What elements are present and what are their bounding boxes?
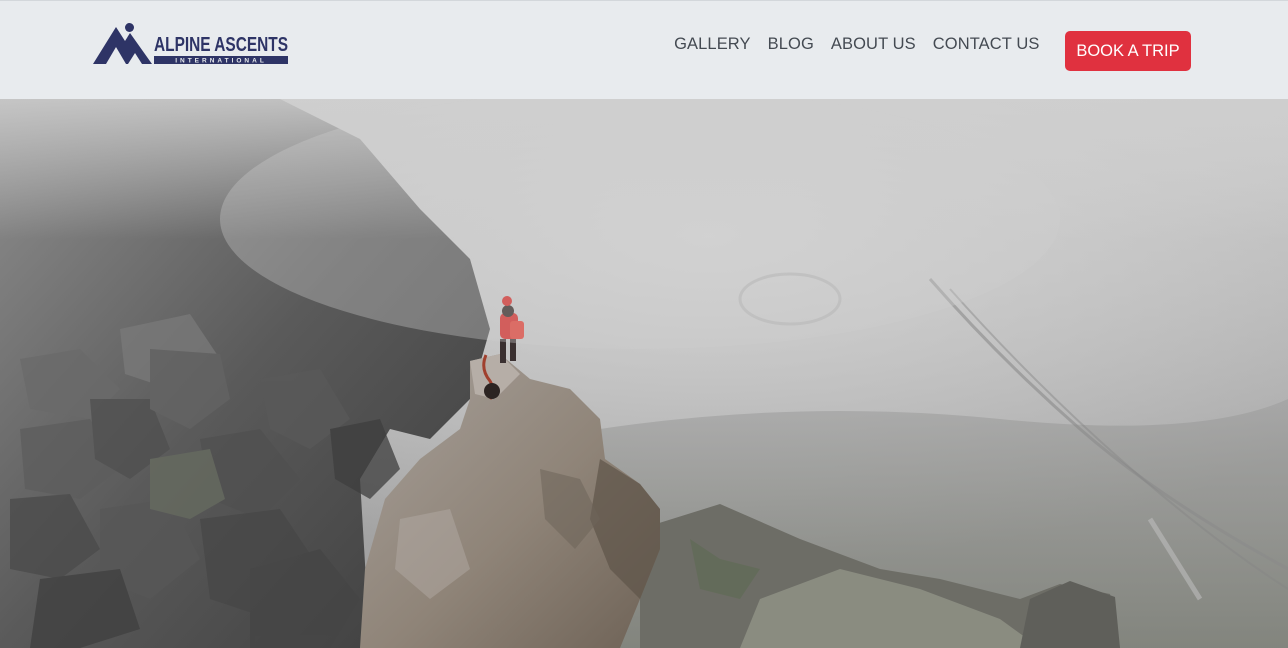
nav-blog[interactable]: BLOG [759,34,822,54]
brand-logo[interactable]: ALPINE ASCENTS INTERNATIONAL [92,21,292,67]
brand-tagline: INTERNATIONAL [175,58,267,65]
book-a-trip-button[interactable]: BOOK A TRIP [1065,31,1191,71]
nav-gallery[interactable]: GALLERY [666,34,760,54]
page: ALPINE ASCENTS INTERNATIONAL GALLERY BLO… [0,0,1288,648]
main-nav: GALLERY BLOG ABOUT US CONTACT US [666,34,1048,54]
site-header: ALPINE ASCENTS INTERNATIONAL GALLERY BLO… [0,0,1288,99]
nav-contact-us[interactable]: CONTACT US [924,34,1048,54]
hero-image [0,99,1288,648]
nav-about-us[interactable]: ABOUT US [822,34,924,54]
brand-name: ALPINE ASCENTS [154,34,288,56]
